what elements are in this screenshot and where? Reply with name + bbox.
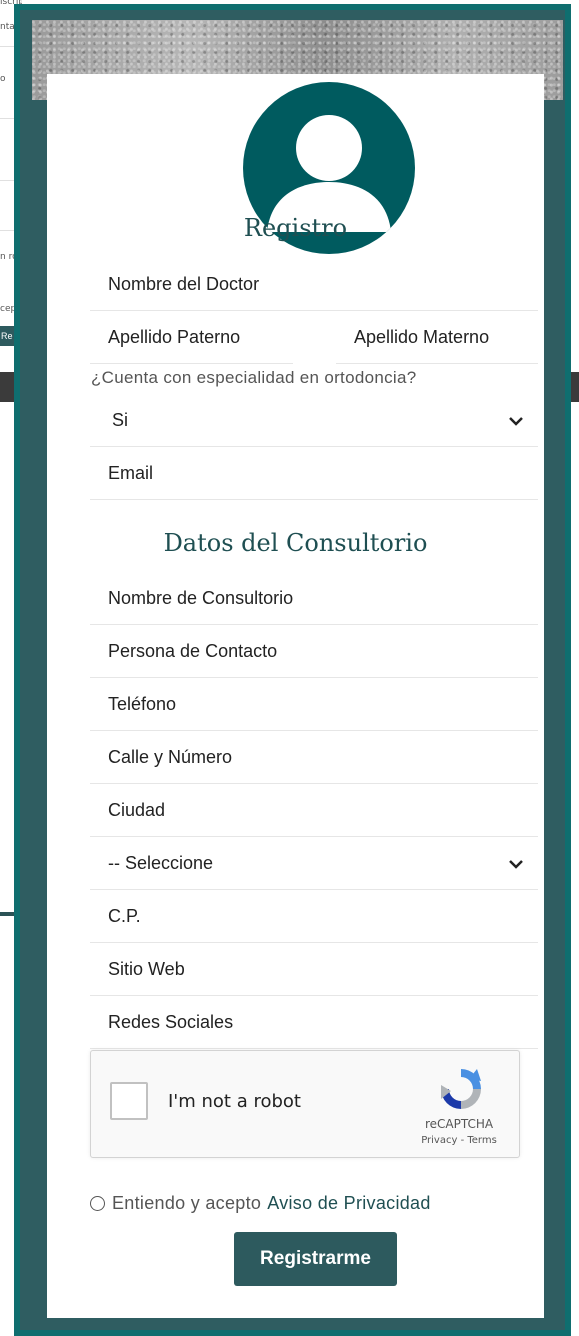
chevron-down-icon <box>509 417 523 426</box>
social-field[interactable]: Redes Sociales <box>90 997 538 1049</box>
street-field[interactable]: Calle y Número <box>90 732 538 784</box>
register-button[interactable]: Registrarme <box>234 1232 397 1286</box>
phone-field[interactable]: Teléfono <box>90 679 538 731</box>
registration-card: Registro Nombre del Doctor Apellido Pate… <box>47 74 544 1318</box>
office-section-title: Datos del Consultorio <box>163 529 428 557</box>
recaptcha-widget: I'm not a robot reCAPTCHA Privacy - Term… <box>90 1050 520 1158</box>
recaptcha-label: I'm not a robot <box>168 1091 301 1112</box>
city-field[interactable]: Ciudad <box>90 785 538 837</box>
zip-field[interactable]: C.P. <box>90 891 538 943</box>
chevron-down-icon <box>509 860 523 869</box>
doctor-name-field[interactable]: Nombre del Doctor <box>90 259 538 311</box>
recaptcha-brand: reCAPTCHA <box>424 1117 494 1131</box>
ortho-question-label: ¿Cuenta con especialidad en ortodoncia? <box>91 368 417 387</box>
privacy-text: Entiendo y acepto <box>112 1193 262 1213</box>
state-select-value: -- Seleccione <box>108 853 214 873</box>
website-field[interactable]: Sitio Web <box>90 944 538 996</box>
registration-modal: Registro Nombre del Doctor Apellido Pate… <box>14 4 571 1336</box>
ortho-select[interactable]: Si <box>90 395 538 447</box>
ortho-select-value: Si <box>112 410 129 430</box>
contact-person-field[interactable]: Persona de Contacto <box>90 626 538 678</box>
recaptcha-links[interactable]: Privacy - Terms <box>409 1135 509 1146</box>
recaptcha-checkbox[interactable] <box>110 1082 148 1120</box>
form-title: Registro <box>243 214 348 242</box>
last-name-paternal-field[interactable]: Apellido Paterno <box>90 312 293 364</box>
state-select[interactable]: -- Seleccione <box>90 838 538 890</box>
office-name-field[interactable]: Nombre de Consultorio <box>90 573 538 625</box>
radio-icon[interactable] <box>90 1196 105 1211</box>
recaptcha-logo-icon <box>441 1069 481 1109</box>
last-name-maternal-field[interactable]: Apellido Materno <box>336 312 538 364</box>
email-field[interactable]: Email <box>90 448 538 500</box>
privacy-consent: Entiendo y acepto Aviso de Privacidad <box>90 1193 431 1214</box>
privacy-link[interactable]: Aviso de Privacidad <box>267 1193 430 1214</box>
